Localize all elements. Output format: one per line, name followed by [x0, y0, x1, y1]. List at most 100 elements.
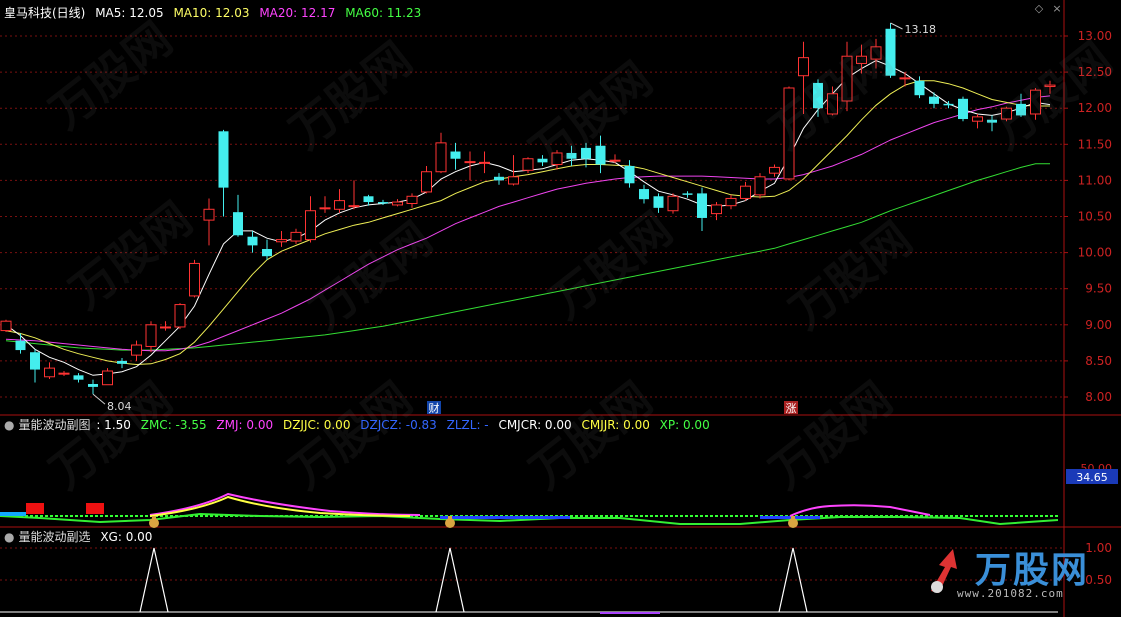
sub1-item-xp: XP: 0.00	[659, 418, 710, 432]
candle-body	[160, 326, 171, 329]
high-label: 13.18	[905, 23, 937, 36]
candle-body	[334, 200, 345, 210]
main-header: 皇马科技(日线) MA5: 12.05 MA10: 12.03 MA20: 12…	[4, 4, 427, 22]
candle-body	[88, 384, 98, 387]
sub1-toggle-icon[interactable]: ●	[4, 418, 14, 432]
price-tick-label: 9.00	[1085, 318, 1112, 332]
diamond-icon[interactable]: ◇	[1034, 3, 1044, 14]
candle-body	[899, 77, 911, 80]
stock-chart[interactable]: 13.00 12.50 12.00 11.50 11.00 10.50 10.00 9.50 9…	[0, 0, 1121, 617]
xg-signal-spike	[139, 547, 169, 613]
sub1-item-cmjcr: CMJCR: 0.00	[498, 418, 572, 432]
price-tick-label: 13.00	[1078, 29, 1112, 43]
candle-body	[1001, 107, 1012, 120]
money-bag-icon	[445, 518, 455, 528]
candle-body	[305, 210, 316, 241]
candle-body	[102, 370, 113, 386]
sub1-item-zlzl: ZLZL: -	[446, 418, 489, 432]
candle-body	[870, 46, 882, 60]
sub1-header: ● 量能波动副图 : 1.50 ZMC: -3.55 ZMJ: 0.00 DZJJ…	[4, 416, 716, 434]
price-tick-label: 12.00	[1078, 101, 1112, 115]
stock-name[interactable]: 皇马科技(日线)	[4, 6, 85, 20]
candle-body	[117, 360, 127, 364]
low-label: 8.04	[107, 400, 132, 413]
candle-body	[987, 119, 997, 123]
candle-body	[406, 195, 418, 205]
money-bag-icon-tie	[152, 516, 156, 519]
high-pointer	[890, 22, 903, 30]
candle-body	[711, 204, 722, 215]
money-bag-icon	[149, 518, 159, 528]
candle-body	[813, 82, 823, 109]
sub1-item-dzjjc: DZJJC: 0.00	[282, 418, 351, 432]
candle-body	[58, 372, 70, 375]
candle-body	[30, 352, 40, 370]
price-tick-label: 11.00	[1078, 173, 1112, 187]
candle-body	[464, 161, 476, 164]
volume-block	[26, 503, 44, 514]
money-bag-icon	[788, 518, 798, 528]
candle-body	[682, 193, 693, 195]
logo-name: 万股网	[975, 550, 1090, 591]
volume-wave-subchart[interactable]: 50.0034.65	[0, 462, 1118, 528]
candle-body	[276, 239, 287, 243]
close-icon[interactable]: ×	[1052, 3, 1062, 14]
candle-body	[392, 201, 403, 206]
candle-body	[494, 176, 504, 181]
volume-block	[86, 503, 104, 514]
xg-signal-spike	[778, 547, 808, 613]
sub2-toggle-icon[interactable]: ●	[4, 530, 14, 544]
sub1-title[interactable]: 量能波动副图	[18, 418, 90, 432]
candle-body	[131, 344, 142, 356]
price-tick-label: 10.50	[1078, 210, 1112, 224]
xg-marker	[600, 612, 660, 614]
candle-body	[218, 131, 229, 188]
cai-marker: 财	[429, 401, 440, 415]
candle-body	[435, 142, 447, 173]
candle-body	[319, 207, 331, 210]
sub2-title[interactable]: 量能波动副选	[18, 530, 90, 544]
candle-body	[203, 208, 215, 221]
candle-body	[15, 340, 26, 351]
candle-body	[754, 176, 766, 196]
candle-body	[1016, 103, 1026, 116]
candle-body	[450, 151, 461, 159]
candle-body	[348, 205, 360, 208]
price-tick-label: 12.50	[1078, 65, 1112, 79]
ma60-label: MA60: 11.23	[345, 6, 422, 20]
candle-body	[639, 189, 649, 200]
candle-body	[247, 236, 258, 246]
candle-body	[827, 93, 838, 115]
candle-body	[44, 367, 55, 378]
price-axis: 13.00 12.50 12.00 11.50 11.00 10.50 10.00 9.50 9…	[92, 22, 1112, 415]
candle-body	[914, 80, 925, 96]
candle-body	[653, 196, 664, 208]
candle-body	[189, 262, 200, 297]
candle-body	[233, 212, 243, 236]
wangu-logo: 万股网 www.201082.com	[913, 539, 1113, 611]
price-tick-label: 9.50	[1085, 282, 1112, 296]
candle-body	[537, 158, 548, 163]
candle-body	[1044, 84, 1056, 88]
ma5-label: MA5: 12.05	[95, 6, 164, 20]
ma60-line	[5, 163, 1050, 351]
candle-body	[262, 248, 272, 257]
candle-body	[972, 116, 983, 122]
candle-body	[885, 28, 896, 76]
sub1-item-zmc: ZMC: -3.55	[140, 418, 207, 432]
candle-body	[769, 166, 780, 174]
price-tick-label: 11.50	[1078, 137, 1112, 151]
candle-body	[551, 152, 563, 166]
candle-body	[508, 176, 519, 185]
candle-body	[363, 196, 374, 203]
candle-body	[783, 87, 795, 180]
candle-body	[378, 202, 388, 204]
candle-body	[479, 161, 490, 164]
sub1-item-dzjcz: DZJCZ: -0.83	[360, 418, 437, 432]
sub1-item-cmjjr: CMJJR: 0.00	[581, 418, 650, 432]
volume-block	[0, 512, 26, 516]
ma20-line	[5, 95, 1051, 352]
sub1-value: 34.65	[1076, 471, 1108, 484]
candle-body	[929, 96, 939, 104]
dzjcz-band	[760, 516, 820, 519]
